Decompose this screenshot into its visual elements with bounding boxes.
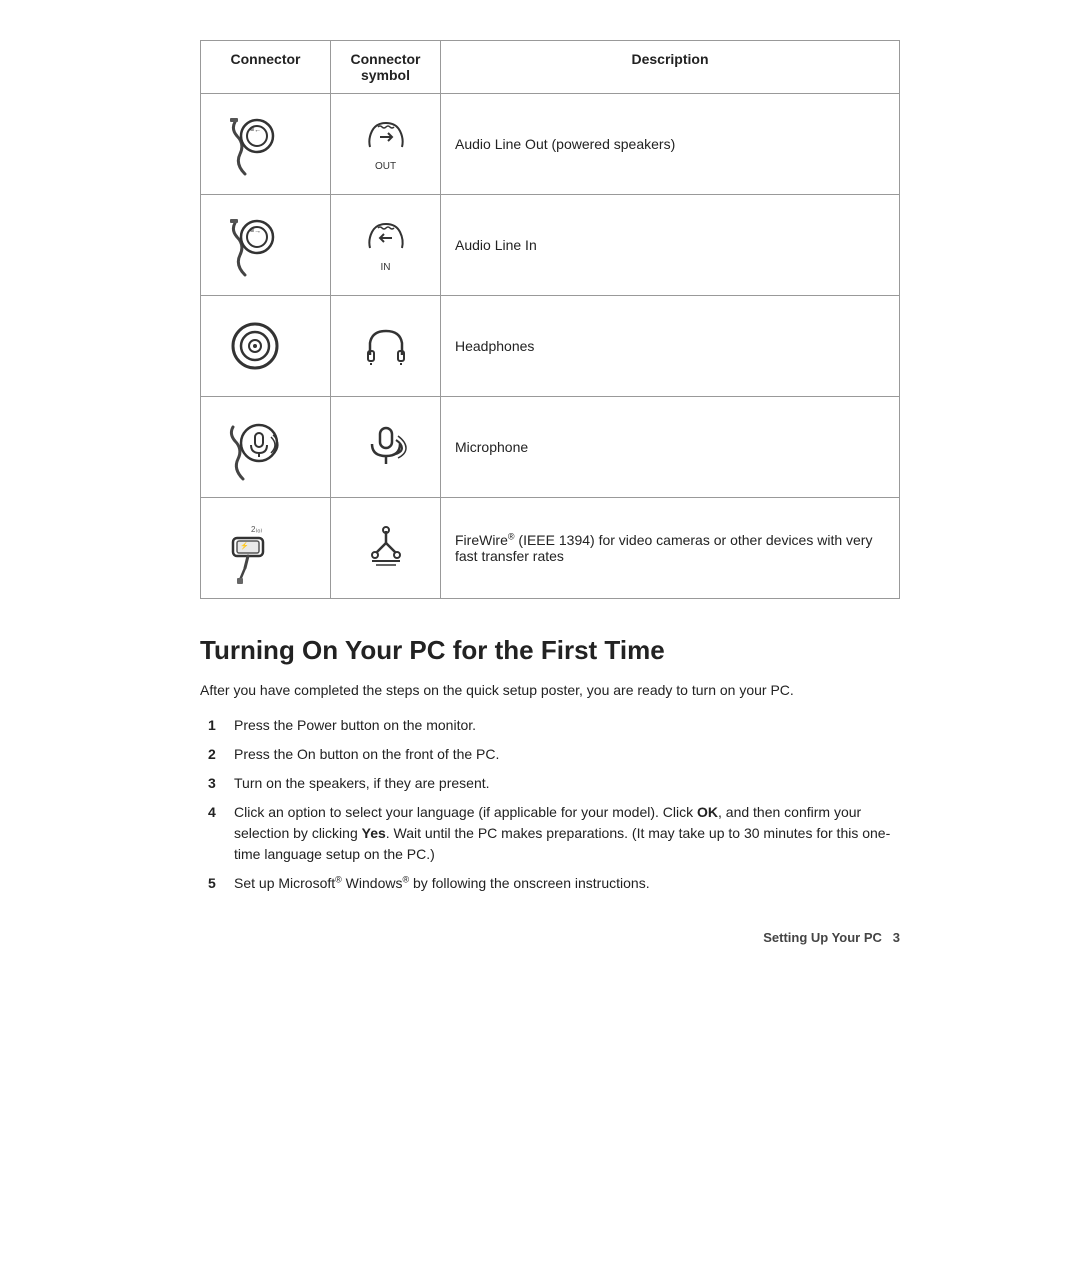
step-num-3: 3 — [208, 773, 228, 794]
svg-text:≡→: ≡→ — [250, 228, 261, 235]
table-row: Microphone — [201, 397, 900, 498]
list-item: 3 Turn on the speakers, if they are pres… — [208, 773, 900, 794]
audio-out-symbol-icon — [366, 117, 406, 161]
page-content: Connector Connector symbol Description — [200, 40, 900, 945]
list-item: 2 Press the On button on the front of th… — [208, 744, 900, 765]
page-number: 3 — [893, 930, 900, 945]
headphone-connector-icon — [215, 306, 295, 386]
step-text-1: Press the Power button on the monitor. — [234, 715, 900, 736]
col-header-connector: Connector — [201, 41, 331, 94]
step-num-4: 4 — [208, 802, 228, 823]
desc-cell-microphone: Microphone — [441, 397, 900, 498]
turning-on-section: Turning On Your PC for the First Time Af… — [200, 635, 900, 894]
symbol-cell-headphones — [331, 296, 441, 397]
step-text-5: Set up Microsoft® Windows® by following … — [234, 873, 900, 894]
connector-cell-out: ≡← — [201, 94, 331, 195]
desc-cell-headphones: Headphones — [441, 296, 900, 397]
desc-cell-in: Audio Line In — [441, 195, 900, 296]
step-text-3: Turn on the speakers, if they are presen… — [234, 773, 900, 794]
table-row: Headphones — [201, 296, 900, 397]
audio-in-symbol-icon — [366, 218, 406, 262]
desc-cell-firewire: FireWire® (IEEE 1394) for video cameras … — [441, 498, 900, 599]
table-row: ⚡ 2₍ₒ₎ — [201, 498, 900, 599]
connector-table: Connector Connector symbol Description — [200, 40, 900, 599]
microphone-connector-icon — [215, 407, 295, 487]
svg-text:≡←: ≡← — [250, 127, 261, 134]
symbol-cell-firewire — [331, 498, 441, 599]
table-row: ≡← — [201, 94, 900, 195]
audio-out-connector-icon: ≡← — [215, 104, 295, 184]
list-item: 4 Click an option to select your languag… — [208, 802, 900, 865]
step-num-5: 5 — [208, 873, 228, 894]
firewire-connector-icon: ⚡ 2₍ₒ₎ — [215, 508, 295, 588]
step-num-1: 1 — [208, 715, 228, 736]
table-row: ≡→ IN — [201, 195, 900, 296]
microphone-symbol-icon — [364, 424, 408, 468]
symbol-cell-microphone — [331, 397, 441, 498]
audio-in-connector-icon: ≡→ — [215, 205, 295, 285]
svg-text:2₍ₒ₎: 2₍ₒ₎ — [251, 525, 262, 534]
list-item: 1 Press the Power button on the monitor. — [208, 715, 900, 736]
col-header-desc: Description — [441, 41, 900, 94]
section-title: Turning On Your PC for the First Time — [200, 635, 900, 666]
step-num-2: 2 — [208, 744, 228, 765]
step-text-4: Click an option to select your language … — [234, 802, 900, 865]
svg-text:⚡: ⚡ — [240, 541, 249, 550]
col-header-symbol: Connector symbol — [331, 41, 441, 94]
footer: Setting Up Your PC 3 — [200, 930, 900, 945]
headphone-symbol-icon — [364, 325, 408, 365]
connector-cell-firewire: ⚡ 2₍ₒ₎ — [201, 498, 331, 599]
step-text-2: Press the On button on the front of the … — [234, 744, 900, 765]
firewire-symbol-icon — [366, 525, 406, 569]
desc-cell-out: Audio Line Out (powered speakers) — [441, 94, 900, 195]
out-label: OUT — [375, 161, 396, 172]
in-label: IN — [381, 262, 391, 273]
connector-cell-headphones — [201, 296, 331, 397]
symbol-cell-out: OUT — [331, 94, 441, 195]
connector-cell-microphone — [201, 397, 331, 498]
footer-text: Setting Up Your PC — [763, 930, 882, 945]
steps-list: 1 Press the Power button on the monitor.… — [208, 715, 900, 894]
section-intro: After you have completed the steps on th… — [200, 680, 900, 701]
symbol-cell-in: IN — [331, 195, 441, 296]
connector-cell-in: ≡→ — [201, 195, 331, 296]
list-item: 5 Set up Microsoft® Windows® by followin… — [208, 873, 900, 894]
